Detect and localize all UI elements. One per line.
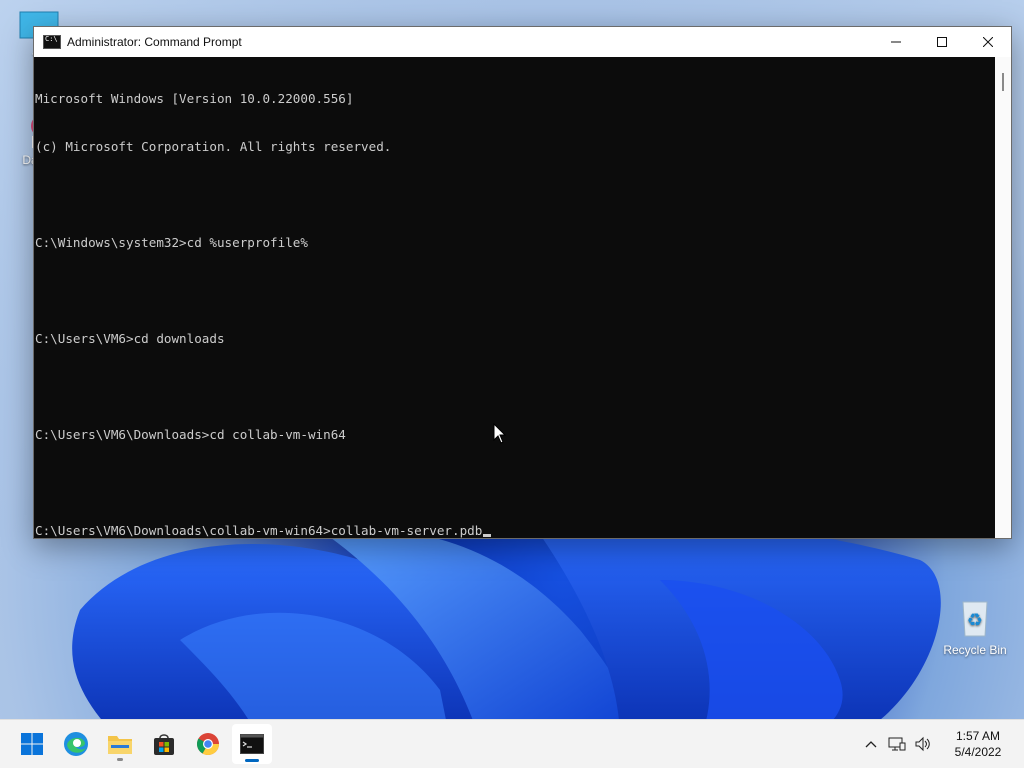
recycle-bin-icon: ♻ [962, 601, 988, 637]
system-tray: 1:57 AM 5/4/2022 [858, 720, 1024, 768]
command-prompt-window[interactable]: Administrator: Command Prompt Microsoft … [33, 26, 1012, 539]
volume-button[interactable] [911, 732, 935, 756]
volume-icon [915, 736, 930, 752]
console-prompt-text: C:\Users\VM6\Downloads\collab-vm-win64>c… [35, 523, 483, 538]
scrollbar-thumb[interactable] [1002, 73, 1004, 91]
taskbar-file-explorer-button[interactable] [100, 724, 140, 764]
clock-time: 1:57 AM [955, 729, 1001, 743]
console-line: C:\Users\VM6\Downloads>cd collab-vm-win6… [35, 427, 346, 442]
chevron-up-icon [865, 741, 877, 748]
taskbar-chrome-button[interactable] [188, 724, 228, 764]
vertical-scrollbar[interactable] [995, 57, 1011, 538]
close-icon [983, 37, 993, 47]
console-output[interactable]: Microsoft Windows [Version 10.0.22000.55… [34, 57, 995, 538]
console-line: Microsoft Windows [Version 10.0.22000.55… [35, 91, 354, 106]
console-line: C:\Users\VM6>cd downloads [35, 331, 225, 346]
network-icon [888, 737, 906, 751]
cmd-icon [43, 35, 61, 49]
taskbar: 1:57 AM 5/4/2022 [0, 719, 1024, 768]
clock[interactable]: 1:57 AM 5/4/2022 [942, 728, 1014, 760]
window-titlebar[interactable]: Administrator: Command Prompt [34, 27, 1011, 57]
desktop-icon-recycle-bin[interactable]: ♻ Recycle Bin [940, 598, 1010, 657]
taskbar-edge-button[interactable] [56, 724, 96, 764]
window-title: Administrator: Command Prompt [67, 35, 242, 49]
edge-icon [64, 732, 88, 756]
cmd-icon [240, 734, 264, 754]
minimize-icon [891, 41, 901, 43]
clock-date: 5/4/2022 [954, 745, 1002, 759]
chrome-icon [197, 733, 219, 755]
taskbar-command-prompt-button[interactable] [232, 724, 272, 764]
svg-text:♻: ♻ [967, 610, 983, 631]
desktop-icon-label: Recycle Bin [943, 643, 1007, 657]
mouse-pointer-icon [493, 423, 507, 444]
close-button[interactable] [965, 27, 1011, 57]
maximize-button[interactable] [919, 27, 965, 57]
folder-icon [108, 736, 132, 754]
text-cursor [483, 534, 492, 537]
start-button[interactable] [12, 724, 52, 764]
console-line: (c) Microsoft Corporation. All rights re… [35, 139, 392, 154]
minimize-button[interactable] [873, 27, 919, 57]
windows-start-icon [21, 733, 43, 755]
wallpaper-bloom [60, 520, 960, 740]
show-hidden-icons-button[interactable] [859, 732, 883, 756]
console-line: C:\Windows\system32>cd %userprofile% [35, 235, 308, 250]
maximize-icon [937, 37, 947, 47]
taskbar-store-button[interactable] [144, 724, 184, 764]
network-button[interactable] [885, 732, 909, 756]
store-icon [154, 734, 174, 755]
console-prompt-line[interactable]: C:\Users\VM6\Downloads\collab-vm-win64>c… [35, 523, 995, 538]
